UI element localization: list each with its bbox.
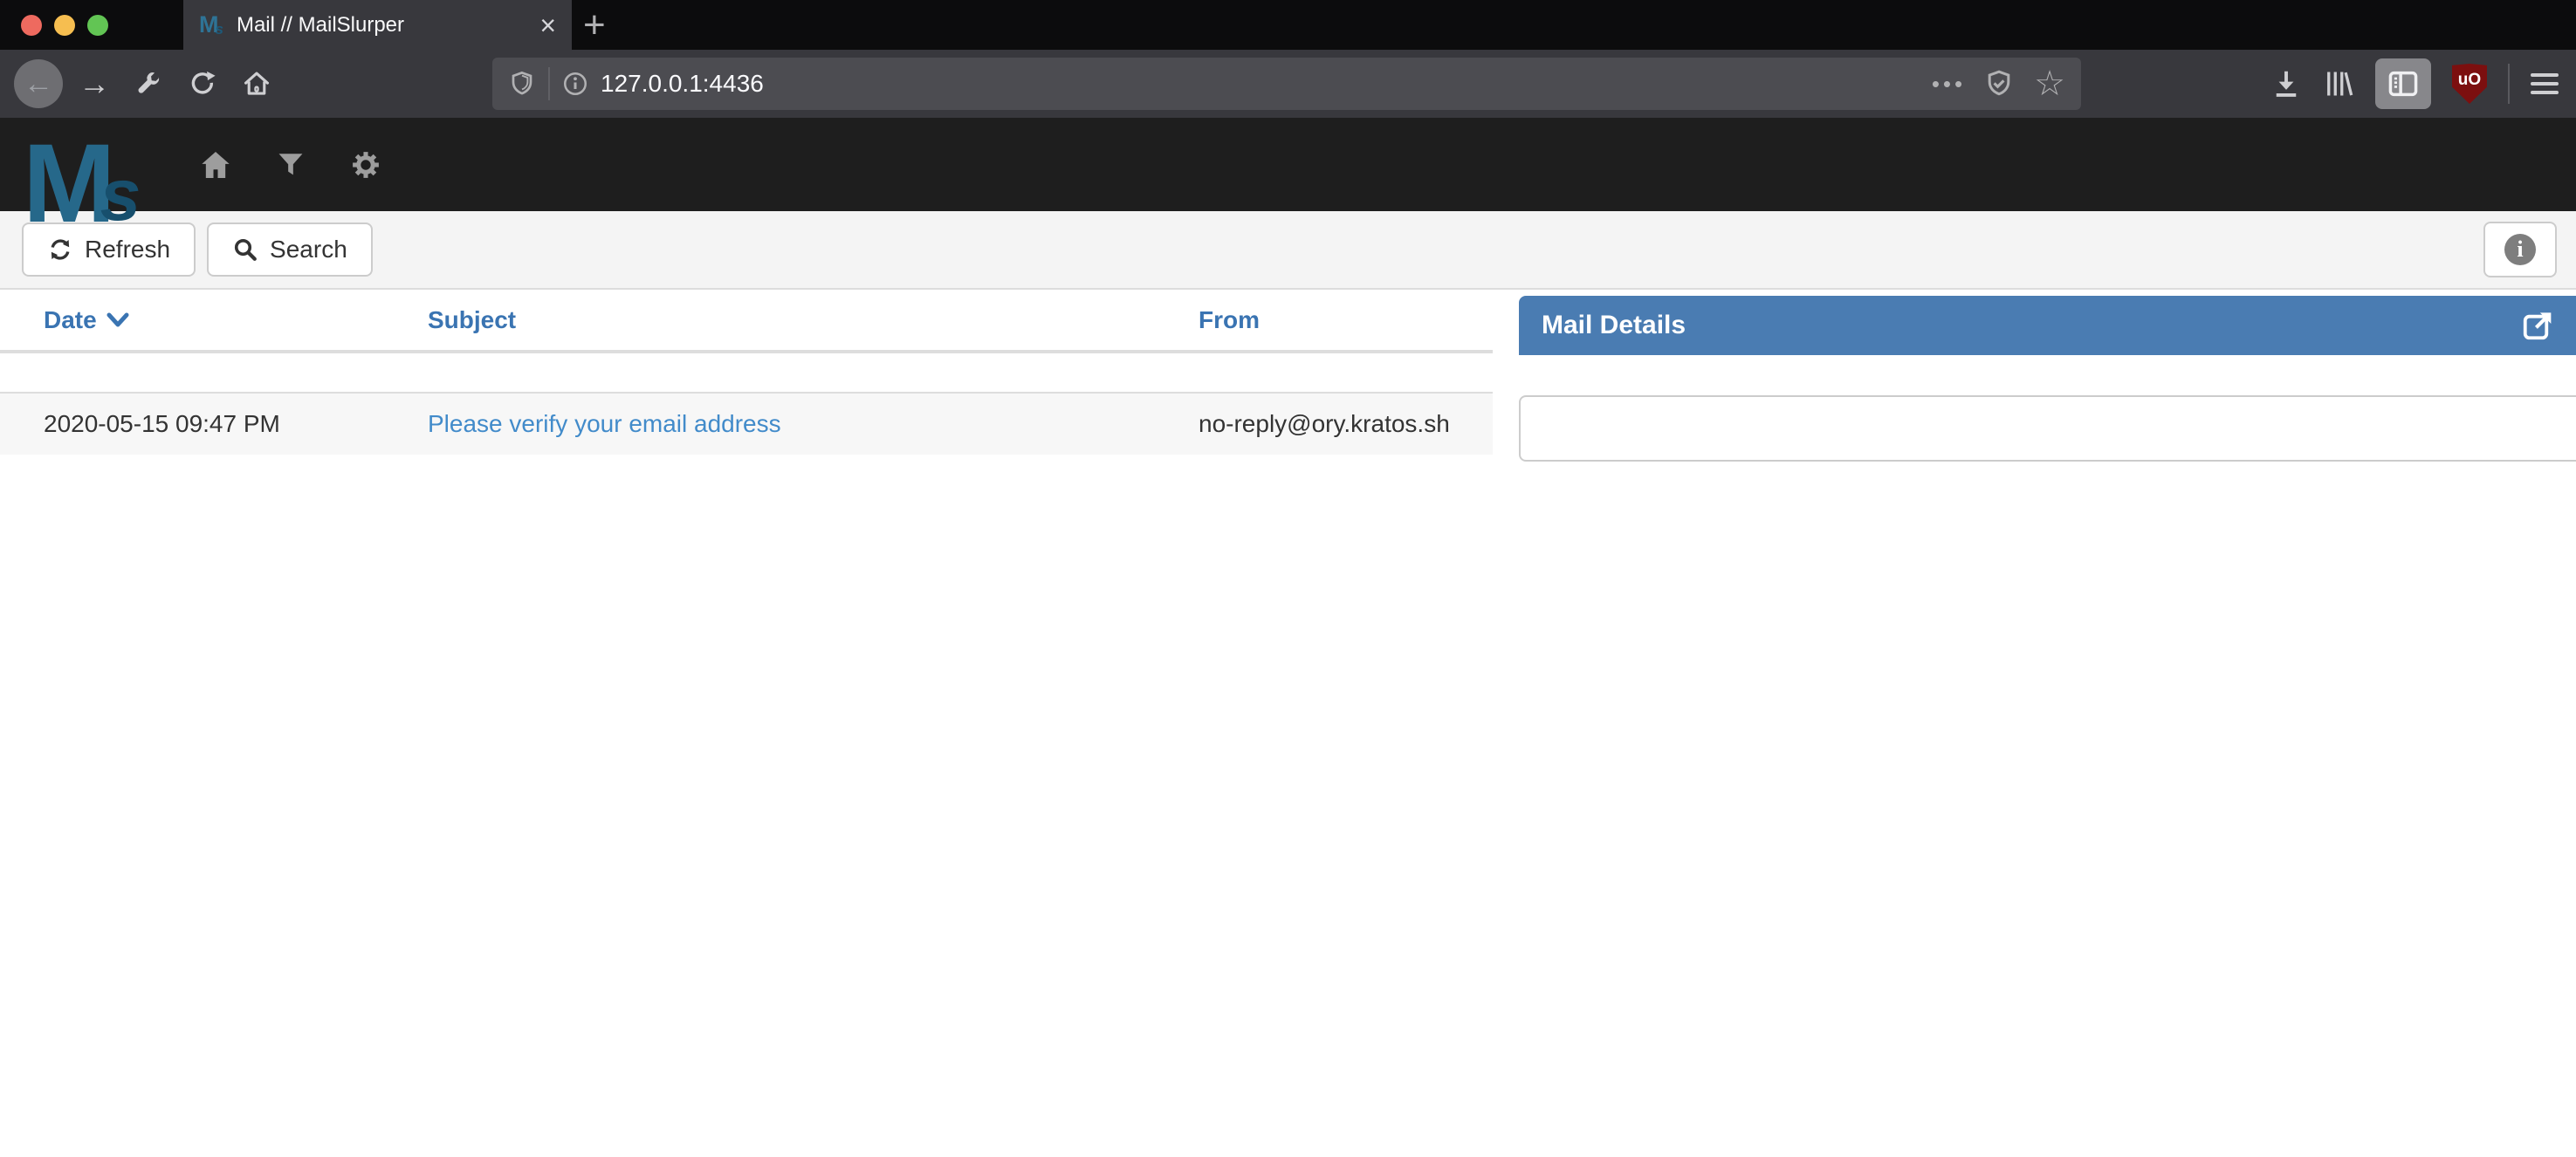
wrench-icon — [134, 70, 162, 98]
toolbar-right-icons: uO — [2250, 58, 2564, 109]
url-bar-separator — [548, 67, 550, 100]
search-label: Search — [270, 236, 347, 264]
mailslurper-navbar: M s — [0, 118, 2576, 211]
download-icon — [2270, 68, 2302, 99]
nav-settings-button[interactable] — [347, 146, 385, 184]
action-bar: Refresh Search i — [0, 211, 2576, 290]
new-tab-button[interactable]: + — [583, 0, 606, 50]
column-header-date[interactable]: Date — [0, 306, 402, 334]
url-text[interactable]: 127.0.0.1:4436 — [601, 70, 764, 98]
nav-filter-button[interactable] — [271, 146, 310, 184]
page-actions-icon[interactable]: ••• — [1932, 71, 1966, 98]
sort-chevron-down-icon — [106, 312, 130, 329]
toolbar-separator — [2508, 64, 2510, 104]
home-button[interactable] — [234, 69, 279, 99]
forward-arrow-icon: → — [79, 65, 110, 102]
tab-close-icon[interactable]: × — [539, 11, 556, 39]
mail-row-date: 2020-05-15 09:47 PM — [0, 410, 402, 438]
tracking-protection-badge-icon[interactable] — [1983, 68, 2015, 99]
filter-funnel-icon — [276, 150, 306, 180]
url-bar[interactable]: 127.0.0.1:4436 ••• ☆ — [492, 58, 2081, 110]
minimize-window-button[interactable] — [54, 15, 75, 36]
library-icon — [2323, 68, 2354, 99]
forward-button[interactable]: → — [72, 65, 117, 102]
bookmark-star-icon[interactable]: ☆ — [2034, 66, 2065, 101]
info-button[interactable]: i — [2483, 222, 2557, 277]
search-icon — [232, 236, 258, 263]
mailslurper-logo[interactable]: M s — [23, 118, 141, 211]
zoom-window-button[interactable] — [87, 15, 108, 36]
close-window-button[interactable] — [21, 15, 42, 36]
mail-details-body — [1519, 395, 2576, 462]
mail-details-panel: Mail Details — [1519, 296, 2576, 462]
downloads-button[interactable] — [2270, 68, 2302, 99]
back-arrow-icon: ← — [24, 69, 53, 99]
mail-details-title: Mail Details — [1519, 311, 1686, 340]
tab-title: Mail // MailSlurper — [237, 13, 529, 38]
hamburger-icon — [2531, 73, 2559, 77]
nav-home-button[interactable] — [196, 146, 235, 184]
browser-toolbar: ← → 127.0.0.1:4436 • — [0, 50, 2576, 118]
sidebar-icon — [2387, 67, 2420, 100]
mail-list-table: Date Subject From 2020-05-15 09:47 PM Pl… — [0, 290, 1493, 455]
site-info-icon[interactable] — [562, 71, 588, 97]
open-in-new-window-icon[interactable] — [2521, 309, 2554, 342]
reload-button[interactable] — [180, 69, 225, 99]
browser-tab[interactable]: M s Mail // MailSlurper × — [183, 0, 572, 50]
main-content: Date Subject From 2020-05-15 09:47 PM Pl… — [0, 290, 2576, 1157]
mail-row-from: no-reply@ory.kratos.sh — [1178, 410, 1493, 438]
column-header-subject[interactable]: Subject — [402, 306, 1178, 334]
mailslurper-favicon-icon: M s — [199, 13, 223, 37]
empty-table-row — [0, 353, 1493, 392]
info-icon: i — [2504, 234, 2536, 265]
sidebar-toggle-button[interactable] — [2375, 58, 2431, 109]
mail-row[interactable]: 2020-05-15 09:47 PM Please verify your e… — [0, 392, 1493, 455]
mail-table-header: Date Subject From — [0, 290, 1493, 353]
library-button[interactable] — [2323, 68, 2354, 99]
wrench-button[interactable] — [126, 70, 171, 98]
ublock-origin-icon[interactable]: uO — [2452, 64, 2487, 104]
window-controls — [21, 0, 108, 50]
mail-details-header: Mail Details — [1519, 296, 2576, 355]
back-button[interactable]: ← — [14, 59, 63, 108]
gear-icon — [349, 148, 382, 181]
search-button[interactable]: Search — [207, 222, 373, 277]
home-filled-icon — [198, 147, 233, 182]
home-icon — [242, 69, 271, 99]
navbar-icons — [196, 146, 422, 184]
mail-subject-link[interactable]: Please verify your email address — [428, 410, 781, 437]
menu-button[interactable] — [2531, 73, 2559, 94]
shield-permissions-icon[interactable] — [508, 70, 536, 98]
browser-tab-strip: M s Mail // MailSlurper × + — [0, 0, 2576, 50]
column-header-from[interactable]: From — [1178, 306, 1493, 334]
reload-icon — [188, 69, 217, 99]
